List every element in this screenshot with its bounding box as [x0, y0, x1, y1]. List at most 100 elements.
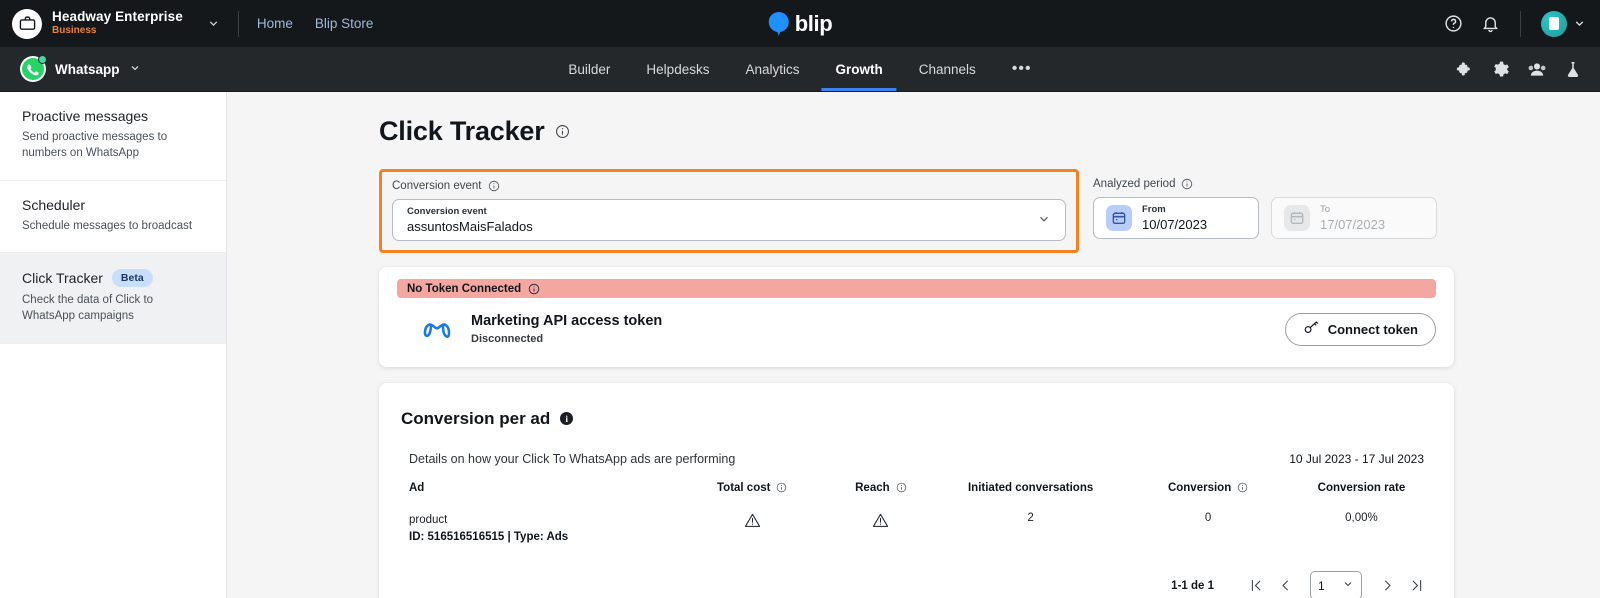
last-page-button[interactable] — [1402, 578, 1432, 593]
conversion-event-value: assuntosMaisFalados — [407, 218, 533, 234]
nav-bar: Whatsapp Builder Helpdesks Analytics Gro… — [0, 47, 1600, 92]
sidebar-item-description: Schedule messages to broadcast — [22, 219, 193, 232]
lab-flask-icon[interactable] — [1564, 60, 1582, 79]
header-label: Reach — [855, 481, 890, 494]
cell-conversion-rate: 0,00% — [1345, 511, 1378, 524]
channel-selector[interactable]: Whatsapp — [0, 55, 141, 82]
user-menu[interactable] — [1541, 10, 1586, 37]
sidebar-item-label: Scheduler — [22, 196, 86, 213]
blip-logo: blip — [768, 11, 833, 37]
cell-total-cost — [679, 494, 826, 545]
next-page-button[interactable] — [1372, 578, 1402, 593]
page-number-select[interactable]: 1 — [1310, 571, 1362, 598]
top-link-home[interactable]: Home — [257, 16, 293, 31]
tab-growth[interactable]: Growth — [821, 47, 897, 91]
info-icon[interactable] — [488, 180, 500, 192]
connect-token-button[interactable]: Connect token — [1284, 312, 1436, 346]
connect-token-label: Connect token — [1327, 321, 1418, 337]
sidebar-item-label: Proactive messages — [22, 108, 149, 124]
header-label: Ad — [409, 481, 425, 494]
info-icon[interactable] — [1181, 178, 1193, 190]
conversion-per-ad-card: Conversion per ad i Details on how your … — [379, 382, 1454, 598]
previous-page-button[interactable] — [1270, 578, 1300, 593]
info-icon[interactable] — [896, 482, 907, 493]
ad-meta: ID: 516516516515 | Type: Ads — [409, 530, 569, 543]
chevron-down-icon[interactable] — [1037, 212, 1051, 229]
sidebar-item-scheduler[interactable]: Scheduler Schedule messages to broadcast — [0, 181, 226, 253]
column-header-ad: Ad — [401, 482, 679, 494]
key-icon — [1303, 320, 1320, 338]
sidebar-item-description: Send proactive messages to numbers on Wh… — [22, 131, 168, 160]
pagination-count: 1-1 de 1 — [1171, 579, 1214, 592]
calendar-icon — [1106, 205, 1132, 231]
tab-builder[interactable]: Builder — [554, 47, 624, 91]
analyzed-period-label: Analyzed period — [1093, 178, 1437, 190]
online-status-dot — [38, 55, 47, 64]
pagination: 1-1 de 1 1 — [401, 571, 1432, 598]
divider — [237, 10, 239, 37]
label-text: Analyzed period — [1093, 178, 1176, 190]
column-header-initiated-conversations: Initiated conversations — [936, 482, 1125, 494]
page-number-value: 1 — [1318, 578, 1325, 593]
cell-reach — [826, 494, 936, 545]
top-bar: Headway Enterprise Business Home Blip St… — [0, 0, 1600, 47]
sidebar-item-proactive-messages[interactable]: Proactive messages Send proactive messag… — [0, 92, 226, 181]
organization-plan: Business — [52, 25, 97, 37]
warning-icon[interactable] — [744, 513, 761, 531]
info-icon[interactable] — [776, 482, 787, 493]
chevron-down-icon[interactable] — [129, 62, 141, 77]
first-page-button[interactable] — [1240, 578, 1270, 593]
cell-ad: product ID: 516516516515 | Type: Ads — [401, 494, 679, 545]
whatsapp-icon — [20, 55, 47, 82]
organization-selector[interactable]: Headway Enterprise Business — [0, 8, 220, 39]
notification-bell-icon[interactable] — [1481, 14, 1500, 33]
info-icon[interactable]: i — [560, 412, 574, 426]
info-icon[interactable] — [555, 124, 570, 139]
sidebar-item-click-tracker[interactable]: Click Tracker Beta Check the data of Cli… — [0, 252, 226, 344]
date-to-value: 17/07/2023 — [1320, 216, 1386, 232]
blip-wordmark: blip — [794, 10, 833, 36]
filters-row: Conversion event Conversion event assunt… — [379, 169, 1454, 253]
header-label: Initiated conversations — [967, 481, 1094, 494]
top-link-blip-store[interactable]: Blip Store — [315, 16, 374, 31]
header-label: Conversion — [1167, 481, 1232, 494]
conversion-event-section-label: Conversion event — [392, 180, 1066, 192]
analyzed-period-filter: Analyzed period From 10/07/2023 To 17/07… — [1093, 169, 1437, 239]
tab-more-options[interactable]: ••• — [998, 47, 1046, 91]
organization-avatar — [12, 8, 42, 39]
conversion-event-field-label: Conversion event — [407, 205, 487, 217]
main-content: Click Tracker Conversion event Conversio… — [227, 92, 1600, 598]
conversion-event-select[interactable]: Conversion event assuntosMaisFalados — [392, 199, 1066, 241]
blip-balloon-icon — [768, 11, 789, 36]
warning-icon[interactable] — [872, 513, 889, 531]
tab-analytics[interactable]: Analytics — [731, 47, 813, 91]
chevron-down-icon[interactable] — [1573, 17, 1586, 30]
table-row: product ID: 516516516515 | Type: Ads 2 0… — [401, 494, 1432, 545]
info-icon[interactable] — [1237, 482, 1248, 493]
date-from-value: 10/07/2023 — [1142, 216, 1208, 232]
avatar — [1541, 10, 1567, 37]
meta-logo-icon — [419, 318, 455, 340]
chevron-down-icon[interactable] — [207, 17, 220, 30]
help-icon[interactable] — [1444, 14, 1463, 33]
date-to-field[interactable]: To 17/07/2023 — [1271, 197, 1437, 239]
info-icon[interactable] — [528, 283, 540, 295]
top-nav-links: Home Blip Store — [257, 16, 374, 31]
column-header-total-cost: Total cost — [679, 482, 826, 494]
puzzle-icon[interactable] — [1455, 60, 1474, 79]
gear-icon[interactable] — [1491, 60, 1510, 79]
token-status: Disconnected — [471, 333, 544, 346]
column-header-conversion: Conversion — [1125, 482, 1291, 494]
tab-channels[interactable]: Channels — [905, 47, 990, 91]
calendar-icon — [1284, 205, 1310, 231]
cell-initiated-conversations: 2 — [1027, 511, 1034, 524]
chevron-down-icon[interactable] — [1342, 578, 1354, 593]
tab-helpdesks[interactable]: Helpdesks — [632, 47, 723, 91]
conversion-card-date-range: 10 Jul 2023 - 17 Jul 2023 — [1289, 451, 1424, 466]
date-from-label: From — [1142, 203, 1166, 215]
ad-name: product — [409, 513, 448, 526]
people-icon[interactable] — [1527, 60, 1547, 79]
date-from-field[interactable]: From 10/07/2023 — [1093, 197, 1259, 239]
conversion-card-title: Conversion per ad — [401, 408, 551, 428]
channel-name: Whatsapp — [55, 61, 120, 77]
